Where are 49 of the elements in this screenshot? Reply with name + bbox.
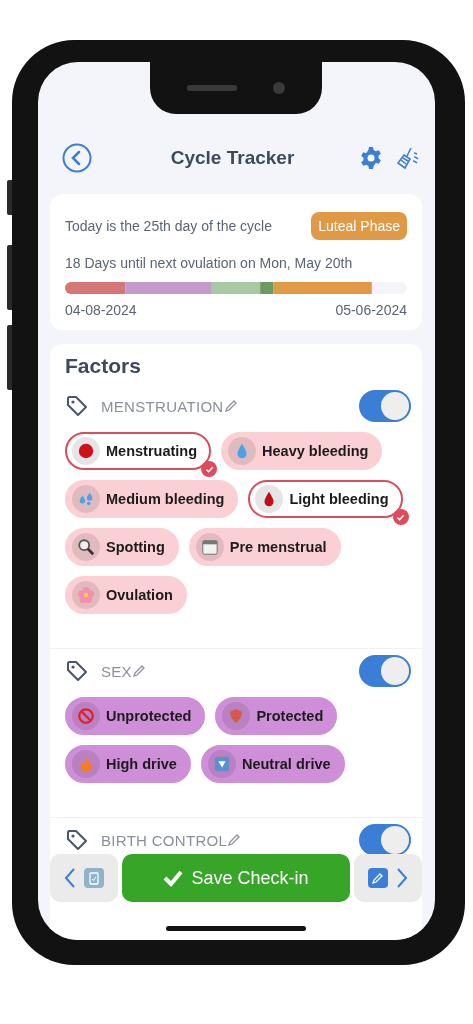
pencil-icon[interactable] xyxy=(131,664,146,678)
phase-badge: Luteal Phase xyxy=(311,212,407,240)
magnifier-icon xyxy=(77,538,95,556)
clipboard-icon xyxy=(84,868,104,888)
previous-button[interactable] xyxy=(50,854,118,902)
factor-chip[interactable]: Protected xyxy=(215,697,338,735)
section-name: MENSTRUATION xyxy=(101,397,224,415)
chevron-right-icon xyxy=(396,867,408,889)
broom-button[interactable] xyxy=(395,145,421,171)
factor-chip[interactable]: Light bleeding xyxy=(248,480,403,518)
flower-icon xyxy=(77,586,95,604)
factors-title: Factors xyxy=(64,354,142,379)
splash-drops-icon xyxy=(77,490,95,508)
section-name: BIRTH CONTROL xyxy=(101,831,228,849)
edit-icon xyxy=(368,868,388,888)
checkmark-icon xyxy=(163,869,184,887)
end-date: 05-06-2024 xyxy=(335,302,407,318)
tag-icon xyxy=(65,394,89,418)
factor-chip[interactable]: Menstruating xyxy=(65,432,212,470)
shield-icon xyxy=(227,707,246,725)
tag-icon xyxy=(65,828,89,852)
factor-chip[interactable]: High drive xyxy=(65,745,191,783)
chevron-left-icon xyxy=(64,867,76,889)
calendar-icon xyxy=(200,538,219,556)
tag-icon xyxy=(65,659,89,683)
screen-title: Cycle Tracker xyxy=(169,147,296,169)
factor-chip[interactable]: Ovulation xyxy=(65,576,187,614)
check-badge-icon xyxy=(392,509,409,525)
pencil-icon[interactable] xyxy=(227,833,242,847)
section-toggle[interactable] xyxy=(359,390,411,422)
section-toggle[interactable] xyxy=(359,655,411,687)
back-button[interactable] xyxy=(62,143,92,173)
prohibited-icon xyxy=(77,707,95,725)
check-badge-icon xyxy=(201,461,218,477)
factor-chip[interactable]: Heavy bleeding xyxy=(221,432,383,470)
factor-chip[interactable]: Medium bleeding xyxy=(65,480,239,518)
factor-chip[interactable]: Pre menstrual xyxy=(188,528,341,566)
cycle-day-text: Today is the 25th day of the cycle xyxy=(65,218,272,234)
factor-chip[interactable]: Spotting xyxy=(65,528,179,566)
section-name: SEX xyxy=(101,662,132,680)
ovulation-text: 18 Days until next ovulation on Mon, May 20th xyxy=(65,255,353,271)
factor-chip[interactable]: Unprotected xyxy=(65,697,206,735)
start-date: 04-08-2024 xyxy=(65,302,137,318)
next-button[interactable] xyxy=(354,854,422,902)
settings-button[interactable] xyxy=(359,146,383,170)
circle-icon xyxy=(77,442,95,460)
section-toggle[interactable] xyxy=(359,824,411,856)
factor-chip[interactable]: Neutral drive xyxy=(200,745,345,783)
pencil-icon[interactable] xyxy=(223,399,238,413)
